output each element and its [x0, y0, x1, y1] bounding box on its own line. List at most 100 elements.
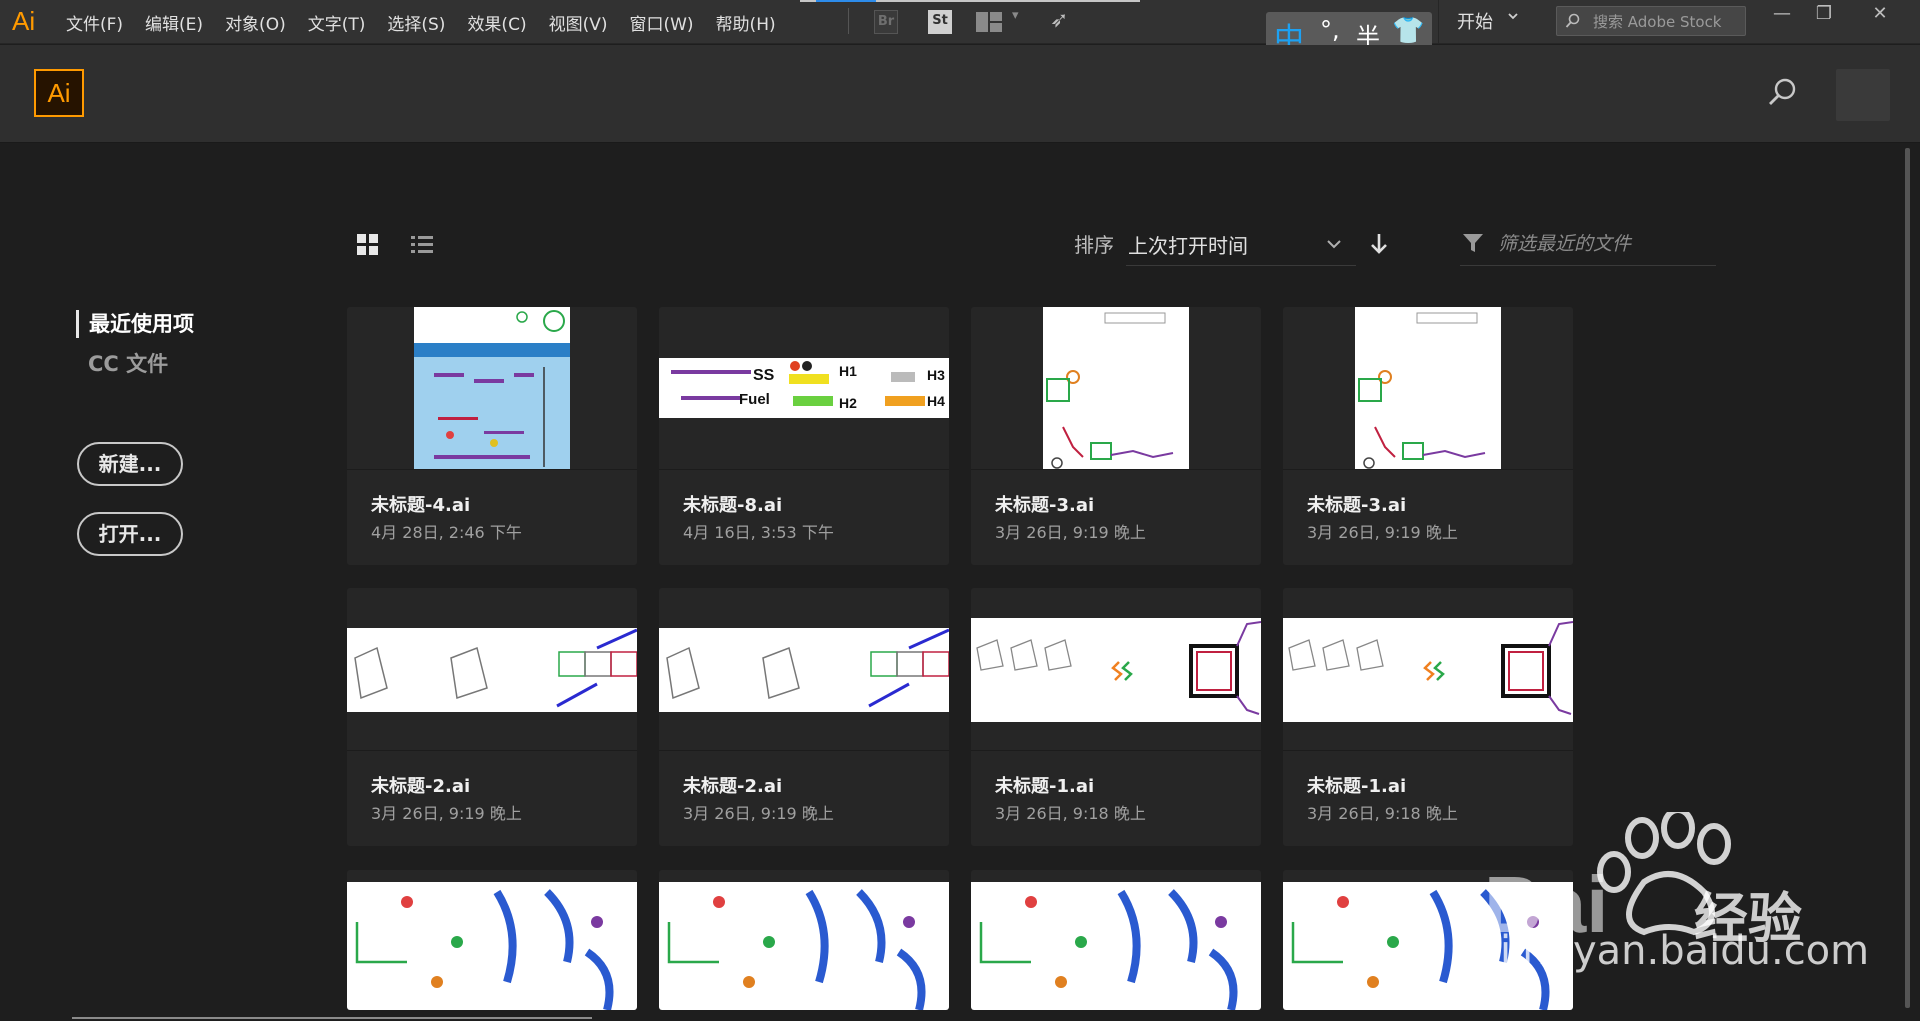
file-name: 未标题-3.ai [1307, 495, 1407, 516]
thumb-label-ss: SS [753, 367, 775, 384]
menu-edit[interactable]: 编辑(E) [145, 10, 203, 35]
file-name: 未标题-1.ai [1307, 776, 1407, 797]
file-name: 未标题-1.ai [995, 776, 1095, 797]
file-thumbnail [971, 307, 1261, 470]
start-header: Ai [0, 45, 1920, 143]
file-card[interactable] [347, 870, 637, 1010]
sort-dropdown[interactable]: 上次打开时间 [1126, 222, 1356, 266]
open-file-button[interactable]: 打开... [77, 512, 183, 556]
filter-field [1460, 222, 1716, 266]
file-thumbnail [659, 882, 949, 1010]
thumb-label-h3: H3 [927, 367, 945, 383]
file-thumbnail [1283, 588, 1573, 751]
nav-cc-files[interactable]: CC 文件 [88, 348, 168, 378]
stock-icon[interactable]: St [928, 10, 952, 34]
chevron-down-icon [1327, 240, 1341, 249]
bridge-icon[interactable]: Br [874, 10, 898, 34]
file-card[interactable]: 未标题-2.ai 3月 26日, 9:19 晚上 [659, 588, 949, 846]
file-thumbnail [347, 307, 637, 470]
sort-value: 上次打开时间 [1128, 234, 1248, 258]
filter-recent-input[interactable] [1496, 230, 1710, 258]
arrange-chevron-icon[interactable]: ▾ [1012, 8, 1019, 23]
file-date: 3月 26日, 9:18 晚上 [995, 804, 1146, 823]
gpu-performance-icon[interactable]: ➶ [1050, 8, 1068, 33]
menu-items: 文件(F) 编辑(E) 对象(O) 文字(T) 选择(S) 效果(C) 视图(V… [66, 10, 798, 35]
menu-help[interactable]: 帮助(H) [716, 10, 776, 35]
menu-file[interactable]: 文件(F) [66, 10, 123, 35]
file-date: 3月 26日, 9:18 晚上 [1307, 804, 1458, 823]
file-card[interactable]: SS Fuel H1 H2 H3 H4 未标题-8.ai 4月 16日, 3:5… [659, 307, 949, 565]
menu-select[interactable]: 选择(S) [387, 10, 445, 35]
app-icon[interactable]: Ai [12, 6, 35, 37]
thumbnail-image [971, 618, 1261, 722]
restore-button[interactable]: ❐ [1802, 0, 1846, 30]
arrange-documents-icon[interactable] [976, 12, 1002, 32]
file-card[interactable]: 未标题-4.ai 4月 28日, 2:46 下午 [347, 307, 637, 565]
file-date: 3月 26日, 9:19 晚上 [371, 804, 522, 823]
close-button[interactable]: ✕ [1858, 0, 1902, 30]
menu-effect[interactable]: 效果(C) [467, 10, 526, 35]
new-file-button[interactable]: 新建... [77, 442, 183, 486]
file-thumbnail: SS Fuel H1 H2 H3 H4 [659, 307, 949, 470]
file-card[interactable]: 未标题-1.ai 3月 26日, 9:18 晚上 [971, 588, 1261, 846]
thumb-label-h1: H1 [839, 363, 857, 379]
search-icon [1565, 13, 1580, 28]
file-card[interactable]: 未标题-1.ai 3月 26日, 9:18 晚上 [1283, 588, 1573, 846]
file-name: 未标题-8.ai [683, 495, 783, 516]
file-thumbnail [971, 588, 1261, 751]
avatar[interactable] [1836, 69, 1890, 121]
stock-search [1556, 6, 1746, 36]
filter-funnel-icon [1463, 234, 1483, 252]
workspace-label: 开始 [1457, 12, 1493, 33]
list-view-icon[interactable] [410, 233, 434, 257]
toolbar-divider [848, 8, 849, 34]
search-icon[interactable] [1764, 75, 1800, 111]
file-card[interactable] [971, 870, 1261, 1010]
ime-punctuation-toggle[interactable]: °, [1320, 16, 1340, 44]
menu-view[interactable]: 视图(V) [549, 10, 608, 35]
file-thumbnail [347, 882, 637, 1010]
loading-progress [800, 0, 1140, 2]
file-date: 3月 26日, 9:19 晚上 [1307, 523, 1458, 542]
watermark-url: jingyan.baidu.com [1500, 928, 1870, 974]
workspace-switcher[interactable]: 开始 [1438, 0, 1518, 44]
file-name: 未标题-4.ai [371, 495, 471, 516]
nav-recent[interactable]: 最近使用项 [76, 310, 194, 338]
thumbnail-image [414, 307, 570, 469]
minimize-button[interactable]: — [1760, 0, 1804, 30]
file-name: 未标题-2.ai [371, 776, 471, 797]
file-date: 4月 28日, 2:46 下午 [371, 523, 522, 542]
menu-bar: Ai 文件(F) 编辑(E) 对象(O) 文字(T) 选择(S) 效果(C) 视… [0, 0, 1920, 44]
file-name: 未标题-2.ai [683, 776, 783, 797]
shirt-icon[interactable]: 👕 [1392, 16, 1424, 46]
thumbnail-image [1355, 307, 1501, 469]
thumb-label-h2: H2 [839, 395, 857, 411]
thumbnail-image [1043, 307, 1189, 469]
file-card[interactable]: 未标题-3.ai 3月 26日, 9:19 晚上 [971, 307, 1261, 565]
horizontal-scroll-indicator [72, 1017, 592, 1019]
file-name: 未标题-3.ai [995, 495, 1095, 516]
sort-label: 排序 [1074, 233, 1114, 257]
grid-view-icon[interactable] [356, 233, 380, 257]
thumbnail-image [659, 628, 949, 712]
file-card[interactable]: 未标题-3.ai 3月 26日, 9:19 晚上 [1283, 307, 1573, 565]
sort-direction-arrow-icon[interactable] [1368, 232, 1390, 256]
menu-type[interactable]: 文字(T) [308, 10, 366, 35]
thumb-label-h4: H4 [927, 393, 945, 409]
file-thumbnail [971, 882, 1261, 1010]
thumbnail-image: SS Fuel H1 H2 H3 H4 [659, 358, 949, 418]
menu-object[interactable]: 对象(O) [225, 10, 286, 35]
thumbnail-image [347, 628, 637, 712]
file-thumbnail [1283, 307, 1573, 470]
stock-search-input[interactable] [1591, 10, 1745, 34]
file-thumbnail [347, 588, 637, 751]
menu-window[interactable]: 窗口(W) [629, 10, 693, 35]
file-thumbnail [659, 588, 949, 751]
file-card[interactable] [659, 870, 949, 1010]
file-date: 3月 26日, 9:19 晚上 [683, 804, 834, 823]
vertical-scrollbar[interactable] [1905, 148, 1910, 1008]
illustrator-logo: Ai [34, 69, 84, 117]
file-card[interactable]: 未标题-2.ai 3月 26日, 9:19 晚上 [347, 588, 637, 846]
file-date: 3月 26日, 9:19 晚上 [995, 523, 1146, 542]
file-date: 4月 16日, 3:53 下午 [683, 523, 834, 542]
